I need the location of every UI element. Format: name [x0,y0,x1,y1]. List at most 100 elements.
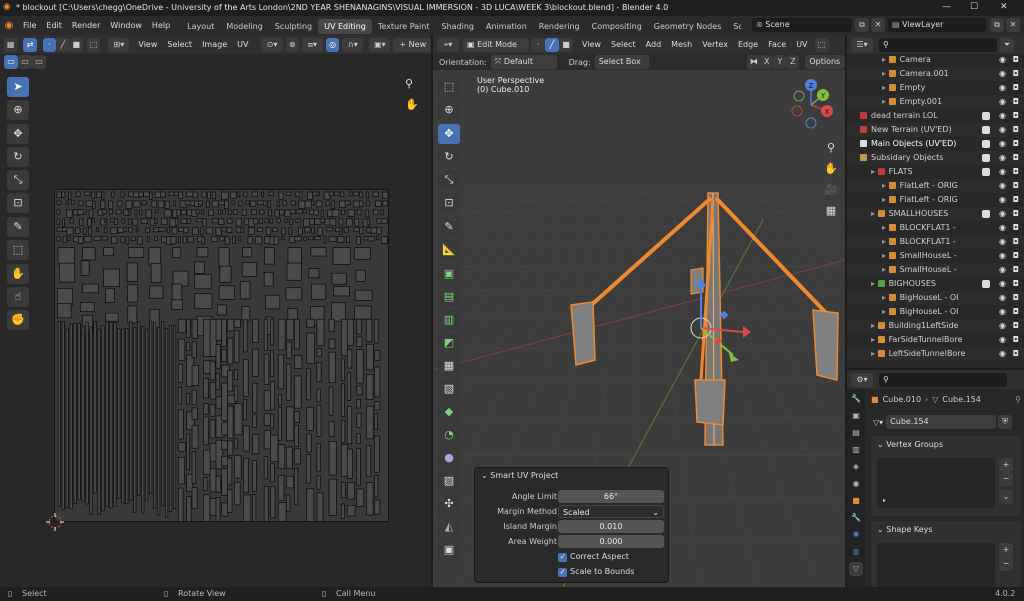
mesh-name-field[interactable]: Cube.154 [886,415,997,429]
scale-tool-icon[interactable]: ⤡ [7,170,29,190]
uv-island[interactable] [356,399,362,409]
face-select-icon[interactable]: ■ [69,37,83,52]
render-camera-icon[interactable]: ◘ [1013,81,1019,95]
uv-island[interactable] [286,406,295,442]
uv-island[interactable] [241,306,251,321]
uv-island[interactable] [242,399,247,421]
uv-island[interactable] [308,268,320,279]
uv-island[interactable] [203,318,211,357]
uv-island[interactable] [277,394,282,406]
uv-island[interactable] [304,200,313,209]
visibility-eye-icon[interactable]: ◉ [999,319,1006,333]
uv-layout[interactable] [54,189,389,522]
uv-island[interactable] [209,382,217,400]
uv-island[interactable] [270,463,275,483]
uv-island[interactable] [261,191,264,198]
uv-island[interactable] [178,191,183,199]
viewport-menu-vertex[interactable]: Vertex [697,35,733,54]
uv-island[interactable] [132,218,139,226]
uv-island[interactable] [277,318,286,351]
uv-island[interactable] [62,236,67,244]
uv-menu-view[interactable]: View [133,35,162,54]
pin-icon[interactable]: ⚲ [1015,395,1021,404]
list-resize-icon[interactable]: ▸ [883,497,886,504]
image-browse-icon[interactable]: ▣▾ [369,37,391,52]
uv-island[interactable] [365,482,374,516]
output-tab-icon[interactable]: ▤ [849,426,863,440]
uv-island[interactable] [101,325,105,512]
uv-island[interactable] [203,494,211,522]
uv-island[interactable] [139,209,143,215]
uv-island[interactable] [91,191,96,199]
uv-island[interactable] [201,191,207,198]
uv-island[interactable] [177,318,187,334]
uv-island[interactable] [227,457,233,486]
uv-island[interactable] [356,385,363,396]
uv-island[interactable] [194,261,205,274]
uv-island[interactable] [163,209,172,218]
uv-island[interactable] [216,304,227,316]
uv-island[interactable] [233,438,238,449]
outliner-item-name[interactable]: Empty.001 [900,97,942,106]
loop-cut-tool-icon[interactable]: ▦ [438,356,460,376]
rotate-3d-tool-icon[interactable]: ↻ [438,147,460,167]
uv-island[interactable] [92,200,96,209]
uv-island[interactable] [232,209,238,215]
uv-island[interactable] [381,236,388,244]
uv-island[interactable] [285,287,303,301]
uv-island[interactable] [145,328,149,502]
exclude-checkbox[interactable] [982,154,990,162]
outliner-row[interactable]: ▸ Camera ◉ ◘ [847,53,1024,67]
render-camera-icon[interactable]: ◘ [1013,207,1019,221]
expand-arrow-icon[interactable]: ▸ [871,167,878,176]
sticky-select-icon[interactable]: ⊗ [285,37,299,52]
uv-island[interactable] [57,320,61,507]
pivot-icon[interactable]: ⊙▾ [261,37,283,52]
uv-island[interactable] [374,435,380,473]
uv-island[interactable] [203,378,209,399]
uv-island[interactable] [128,227,133,233]
uv-island[interactable] [354,289,373,301]
outliner-row[interactable]: ▸ BigHouseL - OI ◉ ◘ [847,291,1024,305]
tab-texture-paint[interactable]: Texture Paint [372,19,436,34]
add-cube-tool-icon[interactable]: ▣ [438,264,460,284]
transform-3d-tool-icon[interactable]: ⊡ [438,193,460,213]
outliner-item-name[interactable]: Camera [900,55,931,64]
uv-island[interactable] [127,284,139,303]
uv-island[interactable] [276,200,280,207]
uv-island[interactable] [374,350,381,361]
outliner-row[interactable]: ▸ Building1LeftSide ◉ ◘ [847,319,1024,333]
visibility-eye-icon[interactable]: ◉ [999,137,1006,151]
cursor-tool-icon[interactable]: ⊕ [7,100,29,120]
uv-island[interactable] [227,318,235,332]
uv-island[interactable] [374,413,378,430]
spin-tool-icon[interactable]: ◔ [438,425,460,445]
uv-island[interactable] [57,247,76,265]
uv-island[interactable] [233,385,239,402]
uv-island[interactable] [264,247,275,265]
uv-island[interactable] [167,227,171,234]
visibility-eye-icon[interactable]: ◉ [999,123,1006,137]
uv-island[interactable] [296,209,303,214]
knife-tool-icon[interactable]: ▧ [438,379,460,399]
outliner-row[interactable]: ▸ SmallHouseL - ◉ ◘ [847,249,1024,263]
uv-island[interactable] [127,209,131,216]
pan-hand-icon[interactable]: ✋ [405,98,419,111]
uv-island[interactable] [317,227,323,236]
uv-island[interactable] [186,318,191,338]
uv-island[interactable] [121,328,125,504]
uv-island[interactable] [218,285,236,300]
uv-island[interactable] [311,283,327,300]
uv-island[interactable] [150,263,162,283]
exclude-checkbox[interactable] [982,168,990,176]
uv-island[interactable] [235,218,243,227]
uv-island[interactable] [328,236,337,242]
uv-island[interactable] [227,489,233,513]
fake-user-icon[interactable]: ⛨ [998,415,1013,429]
bevel-tool-icon[interactable]: ◩ [438,333,460,353]
uv-island[interactable] [293,411,300,423]
uv-island[interactable] [154,209,159,214]
uv-island[interactable] [284,218,289,223]
uv-island[interactable] [259,209,265,215]
uv-island[interactable] [380,209,384,216]
